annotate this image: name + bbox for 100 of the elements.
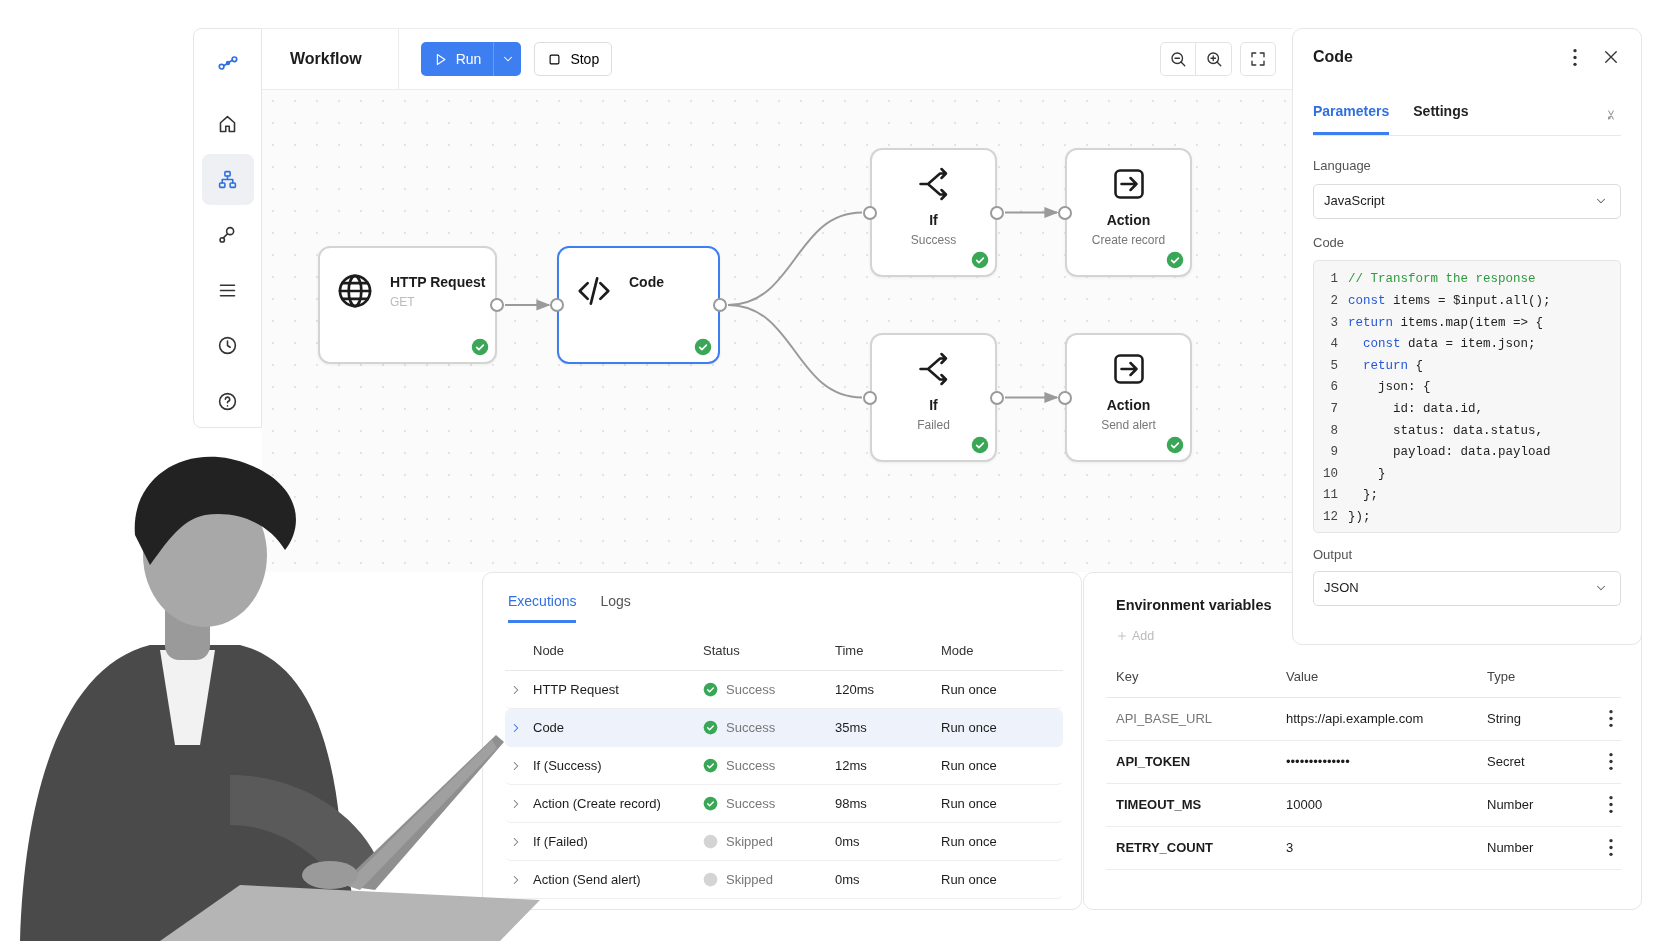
execution-row[interactable]: If (Success) Success 12ms Run once <box>505 747 1063 785</box>
line-number: 7 <box>1329 401 1339 418</box>
table-cell-text: 98ms <box>835 794 868 813</box>
code-line: // Transform the response <box>1348 271 1536 289</box>
table-cell-text: •••••••••••••• <box>1286 752 1351 771</box>
line-number: 3 <box>1329 314 1339 332</box>
line-number: 2 <box>1329 293 1339 310</box>
table-cell-text: Success <box>726 718 776 737</box>
code-line: json: { <box>1377 379 1431 397</box>
field-label: Output <box>1313 546 1354 565</box>
table-cell-text: Action (Send alert) <box>533 870 642 889</box>
code-line: payload: data.payload <box>1392 444 1551 462</box>
line-number: 1 <box>1329 271 1339 289</box>
table-cell-text: Success <box>726 680 776 699</box>
workflow-node[interactable]: If Success <box>870 148 997 277</box>
workflow-title: Workflow <box>262 29 399 89</box>
line-number: 10 <box>1322 465 1339 483</box>
line-number: 11 <box>1322 487 1339 505</box>
line-number: 6 <box>1329 379 1339 397</box>
table-cell-text: Run once <box>941 870 998 889</box>
code-line: }); <box>1348 508 1371 526</box>
workflow-node[interactable]: HTTP Request GET <box>318 246 497 364</box>
code-line: const data = item.json; <box>1362 336 1536 354</box>
workflow-node[interactable]: Action Create record <box>1065 148 1192 277</box>
node-title: Code <box>629 273 664 292</box>
table-cell-text: 35ms <box>835 718 868 737</box>
table-cell-text: Run once <box>941 794 998 813</box>
execution-row[interactable]: Action (Create record) Success 98ms Run once <box>505 785 1063 823</box>
node-subtitle: Create record <box>1091 232 1166 249</box>
column-header: Key <box>1116 668 1140 687</box>
run-button[interactable]: Run <box>420 42 494 76</box>
table-cell-text: Run once <box>941 718 998 737</box>
node-title: Action <box>1105 211 1152 230</box>
table-cell-text: Number <box>1487 795 1535 814</box>
table-cell-text: Success <box>726 756 776 775</box>
column-header: Node <box>533 641 566 660</box>
column-header: Time <box>835 641 865 660</box>
table-cell-text: 10000 <box>1286 795 1324 814</box>
node-subtitle: GET <box>390 294 416 311</box>
panel-title: Code <box>1313 47 1353 67</box>
table-cell-text: Code <box>533 718 566 737</box>
panel-tab[interactable]: Parameters <box>1313 101 1390 135</box>
code-line: id: data.id, <box>1392 401 1484 418</box>
node-title: If <box>928 396 939 415</box>
code-line: status: data.status, <box>1392 422 1544 440</box>
column-header: Value <box>1286 668 1320 687</box>
code-line: const items = $input.all(); <box>1348 293 1551 310</box>
line-number: 8 <box>1329 422 1339 440</box>
table-cell-text: 3 <box>1286 838 1295 857</box>
output-select[interactable]: JSON <box>1313 570 1621 606</box>
workflow-node[interactable]: If Failed <box>870 333 997 462</box>
stop-button[interactable]: Stop <box>534 42 613 76</box>
table-cell-text: If (Failed) <box>533 832 589 851</box>
panel-tab[interactable]: Settings <box>1413 101 1469 135</box>
table-cell-text: https://api.example.com <box>1286 709 1425 728</box>
line-number: 9 <box>1329 444 1339 462</box>
table-cell-text: Run once <box>941 756 998 775</box>
execution-row[interactable]: If (Failed) Skipped 0ms Run once <box>505 823 1063 861</box>
node-title: HTTP Request <box>390 273 486 292</box>
table-cell-text: 0ms <box>835 870 861 889</box>
column-header: Type <box>1487 668 1517 687</box>
code-line: return items.map(item => { <box>1348 314 1544 332</box>
table-cell-text: API_TOKEN <box>1116 752 1192 771</box>
table-cell-text: Number <box>1487 838 1535 857</box>
node-subtitle: Success <box>910 232 957 249</box>
execution-row[interactable]: Action (Send alert) Skipped 0ms Run once <box>505 861 1063 899</box>
language-select[interactable]: JavaScript <box>1313 183 1621 219</box>
table-cell-text: RETRY_COUNT <box>1116 838 1215 857</box>
table-cell-text: HTTP Request <box>533 680 620 699</box>
code-line: return { <box>1362 357 1424 375</box>
section-title: Environment variables <box>1116 596 1273 615</box>
column-header: Status <box>703 641 741 660</box>
node-subtitle: Send alert <box>1101 417 1156 434</box>
workflow-node[interactable]: Code <box>557 246 720 364</box>
node-subtitle: Failed <box>917 417 950 434</box>
table-cell-text: Run once <box>941 680 998 699</box>
table-cell-text: Skipped <box>726 832 773 851</box>
table-cell-text: 0ms <box>835 832 861 851</box>
panel-tab[interactable]: Logs <box>600 587 631 623</box>
table-cell-text: If (Success) <box>533 756 603 775</box>
table-cell-text: String <box>1487 709 1522 728</box>
line-number: 5 <box>1329 357 1339 375</box>
node-title: Action <box>1105 396 1152 415</box>
line-number: 4 <box>1329 336 1339 354</box>
table-cell-text: 12ms <box>835 756 868 775</box>
column-header: Mode <box>941 641 975 660</box>
execution-row[interactable]: Code Success 35ms Run once <box>505 709 1063 747</box>
code-line: } <box>1377 465 1386 483</box>
field-label: Language <box>1313 157 1372 175</box>
workflow-node[interactable]: Action Send alert <box>1065 333 1192 462</box>
table-cell-text: Action (Create record) <box>533 794 662 813</box>
panel-tab[interactable]: Executions <box>508 587 577 623</box>
line-number: 12 <box>1322 508 1339 526</box>
table-cell-text: Run once <box>941 832 998 851</box>
node-title: If <box>928 211 939 230</box>
table-cell-text: TIMEOUT_MS <box>1116 795 1203 814</box>
table-cell-text: Secret <box>1487 752 1526 771</box>
table-cell-text: API_BASE_URL <box>1116 709 1214 728</box>
table-cell-text: 120ms <box>835 680 876 699</box>
field-label: Code <box>1313 233 1346 252</box>
